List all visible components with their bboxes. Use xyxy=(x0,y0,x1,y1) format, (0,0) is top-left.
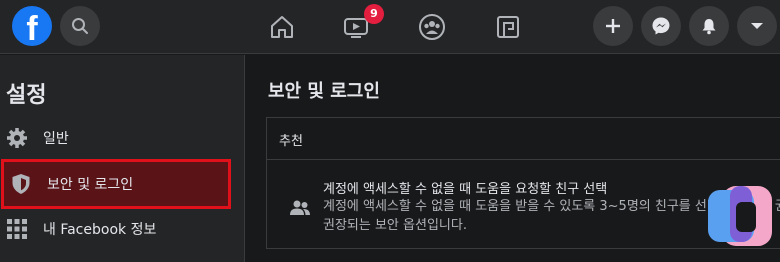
gaming-icon xyxy=(497,16,519,38)
groups-tab[interactable] xyxy=(412,8,452,46)
section-header: 추천 xyxy=(279,134,303,149)
search-icon xyxy=(72,18,88,34)
shield-icon xyxy=(10,173,32,195)
grid-icon xyxy=(6,218,28,240)
recommendations-card: 추천 계정에 액세스할 수 없을 때 도움을 요청할 친구 선택 계정에 액세스… xyxy=(266,117,780,249)
search-button[interactable] xyxy=(60,6,100,46)
sidebar-item-label: 내 Facebook 정보 xyxy=(43,222,157,238)
friends-icon xyxy=(290,200,310,215)
create-button[interactable] xyxy=(593,6,633,46)
page-title: 보안 및 로그인 xyxy=(268,81,380,102)
home-icon xyxy=(271,16,293,38)
notifications-button[interactable] xyxy=(689,6,729,46)
account-menu-button[interactable] xyxy=(737,6,777,46)
card-header: 추천 xyxy=(267,118,780,160)
sidebar-title: 설정 xyxy=(6,83,47,108)
messenger-icon xyxy=(652,17,670,35)
gear-icon xyxy=(6,127,28,149)
trusted-contacts-title[interactable]: 계정에 액세스할 수 없을 때 도움을 요청할 친구 선택 xyxy=(323,178,607,197)
groups-icon xyxy=(419,14,445,40)
messenger-button[interactable] xyxy=(641,6,681,46)
gaming-tab[interactable] xyxy=(488,8,528,46)
home-tab[interactable] xyxy=(262,8,302,46)
sidebar-item-your-facebook-info[interactable]: 내 Facebook 정보 xyxy=(0,209,245,249)
sidebar-item-general[interactable]: 일반 xyxy=(0,118,245,158)
plus-icon xyxy=(606,19,620,33)
watermark-logo xyxy=(708,186,772,246)
facebook-logo[interactable]: f xyxy=(12,6,52,48)
settings-sidebar: 설정 일반 보안 및 로그인 내 Facebook 정보 xyxy=(0,55,245,262)
main-content: 보안 및 로그인 추천 계정에 액세스할 수 없을 때 도움을 요청할 친구 선… xyxy=(246,55,780,262)
top-navigation-bar: f 9 xyxy=(0,0,780,54)
caret-down-icon xyxy=(751,23,763,29)
bell-icon xyxy=(702,19,716,35)
sidebar-item-label: 보안 및 로그인 xyxy=(47,177,134,193)
watch-notification-badge: 9 xyxy=(364,4,384,24)
sidebar-item-label: 일반 xyxy=(43,131,69,147)
sidebar-item-security[interactable]: 보안 및 로그인 xyxy=(1,159,231,209)
